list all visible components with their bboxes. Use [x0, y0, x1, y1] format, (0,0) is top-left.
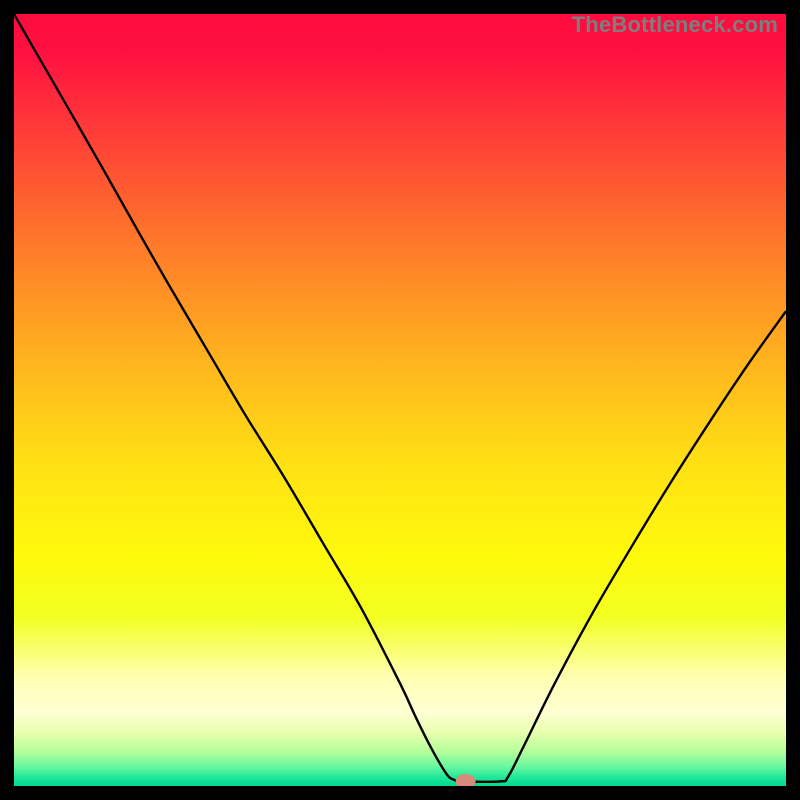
watermark-text: TheBottleneck.com: [572, 12, 778, 38]
chart-container: TheBottleneck.com: [14, 14, 786, 786]
gradient-background: [14, 14, 786, 786]
bottleneck-chart: [14, 14, 786, 786]
